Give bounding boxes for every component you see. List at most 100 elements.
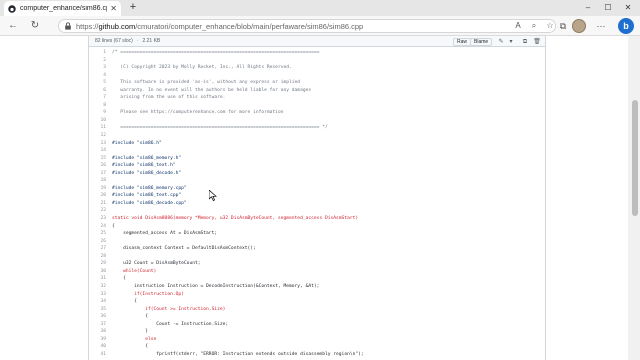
line-source: segmented_access At = DisAsmStart; [112, 231, 218, 237]
new-tab-button[interactable]: + [127, 1, 139, 13]
code-line: 36 { [89, 313, 545, 321]
refresh-icon[interactable]: ↻ [28, 20, 42, 32]
line-number[interactable]: 39 [89, 336, 106, 344]
line-number[interactable]: 5 [89, 79, 106, 87]
code-line: 1 /* ====================================… [89, 49, 545, 57]
lock-icon [65, 22, 71, 30]
line-source: { [112, 299, 137, 305]
line-number[interactable]: 6 [89, 87, 106, 95]
line-number[interactable]: 9 [89, 109, 106, 117]
read-aloud-icon[interactable]: A [512, 19, 524, 33]
line-number[interactable]: 14 [89, 147, 106, 155]
profile-avatar[interactable] [572, 19, 586, 33]
line-number[interactable]: 31 [89, 275, 106, 283]
code-line: 34 { [89, 298, 545, 306]
line-source: #include "sim86.h" [112, 140, 162, 146]
line-source: arising from the use of this software. [112, 95, 226, 101]
copy-icon[interactable]: ⧉ [521, 38, 529, 46]
line-number[interactable]: 34 [89, 298, 106, 306]
line-number[interactable]: 27 [89, 245, 106, 253]
line-number[interactable]: 12 [89, 132, 106, 140]
collections-icon[interactable]: ⧉ [556, 19, 570, 33]
code-line: 29 u32 Count = DisAsmByteCount; [89, 260, 545, 268]
code-line: 31 { [89, 275, 545, 283]
line-number[interactable]: 33 [89, 291, 106, 299]
line-number[interactable]: 2 [89, 57, 106, 65]
header-separator: · [136, 38, 139, 44]
line-number[interactable]: 3 [89, 64, 106, 72]
code-line: 16 #include "sim86_text.h" [89, 162, 545, 170]
minimize-icon[interactable]: – [580, 0, 596, 16]
line-number[interactable]: 23 [89, 215, 106, 223]
line-number[interactable]: 29 [89, 260, 106, 268]
file-size: 2.21 KB [142, 38, 161, 44]
edit-menu-chevron-icon[interactable]: ▾ [507, 38, 515, 46]
line-number[interactable]: 25 [89, 230, 106, 238]
code-line: 4 [89, 72, 545, 80]
line-source: while(Count) [112, 268, 157, 274]
line-number[interactable]: 35 [89, 306, 106, 314]
line-source: #include "sim86_decode.cpp" [112, 200, 187, 206]
blame-button[interactable]: Blame [470, 38, 493, 46]
line-source: fprintf(stderr, "ERROR: Instruction exte… [112, 351, 364, 357]
line-number[interactable]: 26 [89, 238, 106, 246]
line-source: #include "sim86_text.h" [112, 163, 176, 169]
back-arrow-icon[interactable]: ← [6, 20, 20, 32]
edit-pencil-icon[interactable]: ✎ [497, 38, 505, 46]
code-line: 7 arising from the use of this software. [89, 94, 545, 102]
code-line: 10 [89, 117, 545, 125]
line-source: { [112, 314, 148, 320]
code-line: 12 [89, 132, 545, 140]
url-text: https://github.com/cmuratori/computer_en… [76, 21, 364, 31]
line-number[interactable]: 1 [89, 49, 106, 57]
line-number[interactable]: 19 [89, 185, 106, 193]
tab-close-icon[interactable]: ✕ [110, 4, 117, 13]
line-number[interactable]: 41 [89, 351, 106, 359]
code-line: 41 fprintf(stderr, "ERROR: Instruction e… [89, 351, 545, 359]
code-line: 19 #include "sim86_memory.cpp" [89, 185, 545, 193]
line-number[interactable]: 20 [89, 192, 106, 200]
line-number[interactable]: 7 [89, 94, 106, 102]
line-source: } [112, 329, 148, 335]
line-number[interactable]: 17 [89, 170, 106, 178]
line-number[interactable]: 30 [89, 268, 106, 276]
line-number[interactable]: 13 [89, 140, 106, 148]
line-number[interactable]: 28 [89, 253, 106, 261]
line-source: /* =====================================… [112, 50, 320, 55]
line-number[interactable]: 16 [89, 162, 106, 170]
line-number[interactable]: 21 [89, 200, 106, 208]
line-number[interactable]: 4 [89, 72, 106, 80]
line-number[interactable]: 37 [89, 321, 106, 329]
line-number[interactable]: 18 [89, 177, 106, 185]
line-source: (C) Copyright 2023 by Molly Rocket, Inc.… [112, 65, 292, 71]
maximize-icon[interactable]: ☐ [600, 0, 616, 16]
tab-sim86-cpp[interactable]: computer_enhance/sim86.cpp at ✕ [4, 1, 121, 16]
line-source: else [112, 336, 157, 342]
zoom-icon[interactable]: ⌕ [528, 19, 540, 33]
line-number[interactable]: 15 [89, 155, 106, 163]
code-line: 9 Please see https://computerenhance.com… [89, 109, 545, 117]
line-number[interactable]: 8 [89, 102, 106, 110]
raw-button[interactable]: Raw [453, 38, 472, 46]
line-number[interactable]: 22 [89, 207, 106, 215]
line-number[interactable]: 36 [89, 313, 106, 321]
more-menu-icon[interactable]: ⋯ [594, 19, 608, 33]
line-number[interactable]: 10 [89, 117, 106, 125]
scrollbar-thumb[interactable] [632, 100, 638, 216]
line-number[interactable]: 32 [89, 283, 106, 291]
mouse-cursor-icon [209, 190, 217, 201]
line-number[interactable]: 40 [89, 343, 106, 351]
bing-copilot-icon[interactable]: b [618, 18, 634, 34]
window-close-icon[interactable]: ✕ [620, 0, 636, 16]
line-source: { [112, 223, 115, 229]
line-number[interactable]: 11 [89, 124, 106, 132]
line-number[interactable]: 38 [89, 328, 106, 336]
favorite-star-icon[interactable]: ☆ [544, 19, 556, 33]
line-number[interactable]: 24 [89, 223, 106, 231]
code-line: 23 static void DisAsm8086(memory *Memory,… [89, 215, 545, 223]
line-source: if(Instruction.Op) [112, 291, 184, 297]
line-source: { [112, 276, 126, 282]
delete-trash-icon[interactable]: 🗑 [533, 38, 541, 46]
address-bar[interactable]: https://github.com/cmuratori/computer_en… [58, 19, 556, 33]
file-header: 82 lines (67 sloc) · 2.21 KB Raw Blame ✎… [89, 36, 545, 47]
